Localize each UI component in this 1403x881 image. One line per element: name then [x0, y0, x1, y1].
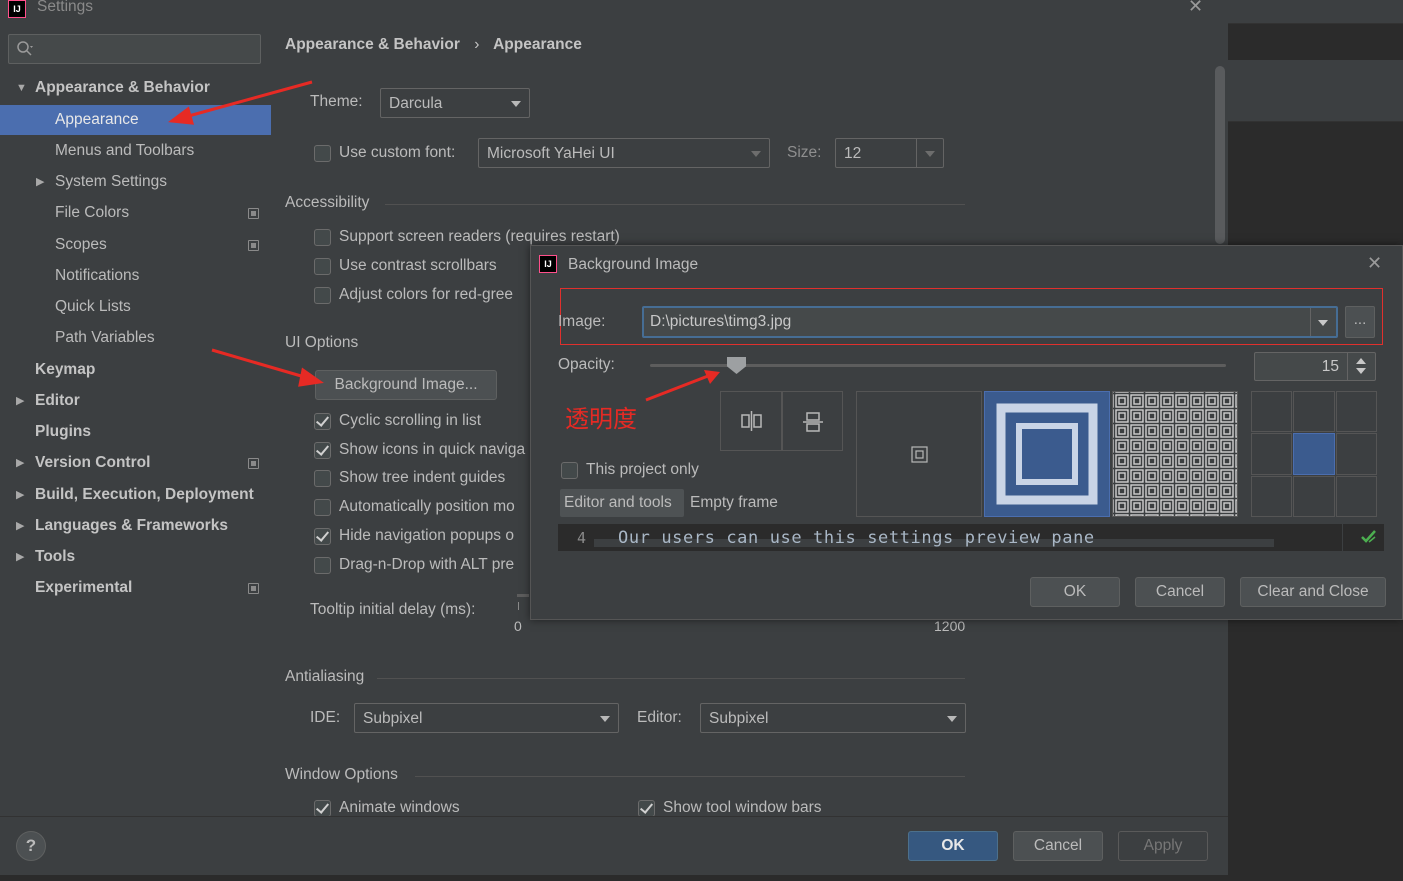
- spinner-down-icon[interactable]: [1356, 368, 1366, 374]
- image-label: Image:: [558, 313, 606, 330]
- anchor-bottom-center[interactable]: [1293, 476, 1335, 517]
- this-project-only-checkbox[interactable]: [561, 462, 578, 479]
- anchor-middle-right[interactable]: [1336, 433, 1377, 475]
- anchor-middle-left[interactable]: [1251, 433, 1292, 475]
- opacity-value: 15: [1321, 358, 1339, 375]
- flip-horizontal-button[interactable]: [720, 391, 782, 451]
- opacity-annotation: 透明度: [565, 405, 637, 433]
- opacity-label: Opacity:: [558, 356, 615, 373]
- checkmark-icon: [1361, 530, 1376, 543]
- tab-label: Editor and tools: [564, 494, 672, 511]
- anchor-top-left[interactable]: [1251, 391, 1292, 432]
- center-mode-icon: [911, 446, 928, 463]
- image-path-value: D:\pictures\timg3.jpg: [650, 313, 792, 330]
- flip-vertical-button[interactable]: [782, 391, 843, 451]
- anchor-bottom-left[interactable]: [1251, 476, 1292, 517]
- scale-mode-icon: [996, 403, 1098, 505]
- opacity-spinner[interactable]: 15: [1254, 352, 1376, 381]
- dialog-ok-button[interactable]: OK: [1030, 577, 1120, 607]
- tile-mode-icon: [1113, 392, 1237, 516]
- anchor-top-right[interactable]: [1336, 391, 1377, 432]
- fill-mode-scale[interactable]: [984, 391, 1110, 517]
- spinner-up-icon[interactable]: [1356, 358, 1366, 364]
- flip-vertical-icon: [803, 412, 823, 432]
- flip-horizontal-icon: [741, 411, 762, 431]
- divider: [1310, 308, 1311, 336]
- annotation-arrow: [645, 370, 720, 402]
- anchor-center[interactable]: [1293, 433, 1335, 475]
- intellij-logo-icon: IJ: [539, 255, 557, 273]
- dialog-title: Background Image: [568, 256, 699, 273]
- this-project-only-label: This project only: [586, 461, 699, 478]
- preview-text: Our users can use this settings preview …: [618, 528, 1095, 548]
- preview-pane: 4 Our users can use this settings previe…: [558, 524, 1384, 551]
- fill-mode-center[interactable]: [856, 391, 982, 517]
- preview-line-number: 4: [577, 529, 587, 547]
- clear-and-close-button[interactable]: Clear and Close: [1240, 577, 1386, 607]
- dialog-cancel-button[interactable]: Cancel: [1135, 577, 1225, 607]
- fill-mode-tile[interactable]: [1112, 391, 1238, 517]
- image-path-input[interactable]: D:\pictures\timg3.jpg: [642, 306, 1338, 338]
- anchor-top-center[interactable]: [1293, 391, 1335, 432]
- browse-button[interactable]: ...: [1345, 306, 1375, 338]
- tab-editor-and-tools[interactable]: Editor and tools: [560, 489, 684, 517]
- dialog-close-icon[interactable]: ✕: [1367, 253, 1382, 274]
- anchor-bottom-right[interactable]: [1336, 476, 1377, 517]
- chevron-down-icon: [1318, 320, 1328, 326]
- divider: [1347, 353, 1348, 380]
- divider: [1342, 524, 1343, 551]
- tab-empty-frame[interactable]: Empty frame: [690, 494, 778, 512]
